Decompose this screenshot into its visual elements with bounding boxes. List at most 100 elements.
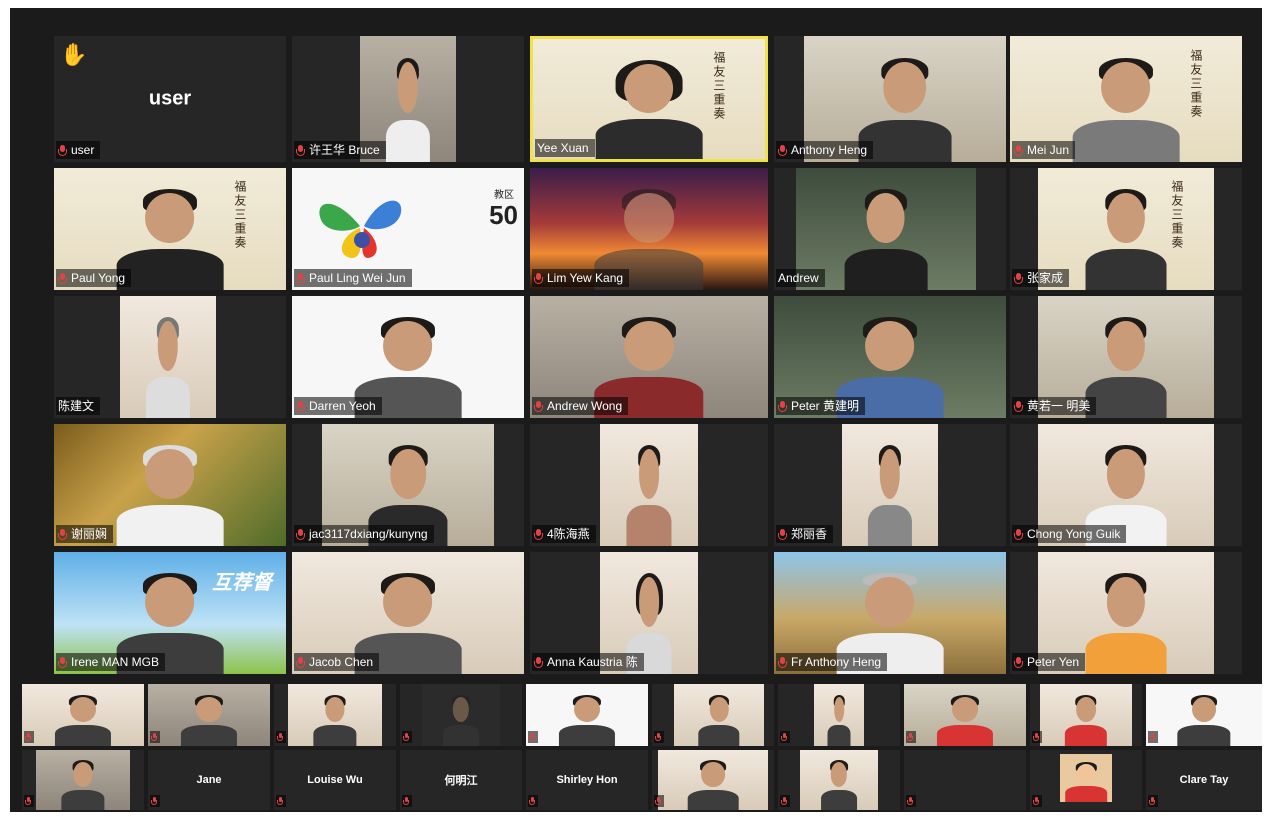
participant-name-label: Peter Yen xyxy=(1012,653,1086,671)
participant-tile[interactable]: 许王华 Bruce xyxy=(292,36,524,162)
participant-name-label: Yee Xuan xyxy=(535,139,595,157)
participant-video xyxy=(674,684,764,746)
person-silhouette xyxy=(595,53,703,159)
participant-name-label: 4陈海燕 xyxy=(532,525,596,543)
poster-text: 福友三重奏 xyxy=(1169,180,1184,251)
participant-tile-small[interactable] xyxy=(904,750,1026,810)
participant-video xyxy=(36,750,130,810)
participant-tile[interactable]: Anthony Heng xyxy=(774,36,1006,162)
participant-video xyxy=(1060,754,1112,802)
participant-name-label: Chong Yong Guik xyxy=(1012,525,1127,543)
person-silhouette xyxy=(116,183,224,290)
person-silhouette xyxy=(1177,691,1231,746)
participant-name-label xyxy=(150,795,160,807)
participant-tile-small[interactable] xyxy=(22,750,144,810)
mic-muted-icon xyxy=(778,144,787,156)
participant-tile-small[interactable] xyxy=(1030,684,1142,746)
participant-tile[interactable]: Darren Yeoh xyxy=(292,296,524,418)
participant-tile-small[interactable]: Shirley Hon xyxy=(526,750,648,810)
participant-name-label: 许王华 Bruce xyxy=(294,141,386,159)
participant-video xyxy=(1040,684,1132,746)
participant-name-label xyxy=(24,795,34,807)
person-silhouette xyxy=(385,51,431,162)
participant-tile-small[interactable]: Clare Tay xyxy=(1146,750,1262,810)
participant-tile[interactable]: 福友三重奏 Mei Jun xyxy=(1010,36,1242,162)
participant-tile-small[interactable] xyxy=(22,684,144,746)
person-silhouette xyxy=(821,757,857,810)
participant-video xyxy=(658,750,768,810)
person-silhouette xyxy=(54,691,112,746)
participant-name-label: Mei Jun xyxy=(1012,141,1076,159)
participant-tile-small[interactable] xyxy=(274,684,396,746)
participant-video xyxy=(422,684,500,746)
participant-tile[interactable]: 黄若一 明美 xyxy=(1010,296,1242,418)
mic-muted-icon xyxy=(529,733,535,741)
mic-muted-icon xyxy=(296,400,305,412)
participant-tile[interactable]: 教区 50 Paul Ling Wei Jun xyxy=(292,168,524,290)
participant-tile[interactable]: Peter 黄建明 xyxy=(774,296,1006,418)
participant-tile[interactable]: Fr Anthony Heng xyxy=(774,552,1006,674)
participant-tile[interactable]: Peter Yen xyxy=(1010,552,1242,674)
participant-tile[interactable]: Andrew Wong xyxy=(530,296,768,418)
participant-tile-small[interactable]: 何明江 xyxy=(400,750,522,810)
mic-muted-icon xyxy=(296,272,305,284)
participant-tile-small[interactable] xyxy=(652,684,774,746)
poster-text: 福友三重奏 xyxy=(232,180,247,251)
participant-tile-small[interactable] xyxy=(1030,750,1142,810)
participant-display-name: Shirley Hon xyxy=(556,774,618,786)
mic-muted-icon xyxy=(151,733,157,741)
participant-tile[interactable]: 4陈海燕 xyxy=(530,424,768,546)
participant-tile[interactable]: 郑丽香 xyxy=(774,424,1006,546)
participant-name-label xyxy=(654,795,664,807)
anniversary-badge: 50 xyxy=(489,200,518,230)
cartoon-avatar-icon xyxy=(1065,760,1107,802)
person-silhouette xyxy=(1085,567,1167,674)
participant-name-label xyxy=(276,795,286,807)
participant-tile[interactable]: Anna Kaustria 陈 xyxy=(530,552,768,674)
mic-muted-icon xyxy=(25,733,31,741)
participant-video xyxy=(904,684,1026,746)
participant-tile-small[interactable] xyxy=(904,684,1026,746)
participant-tile[interactable]: 福友三重奏 张家成 xyxy=(1010,168,1242,290)
participant-tile[interactable]: 福友三重奏 Paul Yong xyxy=(54,168,286,290)
mic-muted-icon xyxy=(296,528,305,540)
participant-display-name: Louise Wu xyxy=(307,774,363,786)
mic-muted-icon xyxy=(781,733,787,741)
participant-tile[interactable]: Lim Yew Kang xyxy=(530,168,768,290)
person-silhouette xyxy=(1085,311,1167,418)
participant-video xyxy=(600,424,698,546)
participant-tile[interactable]: ✋ user user xyxy=(54,36,286,162)
participant-display-name: 何明江 xyxy=(444,775,478,787)
participant-tile[interactable]: Andrew xyxy=(774,168,1006,290)
participant-tile-small[interactable] xyxy=(148,684,270,746)
mic-muted-icon xyxy=(1014,528,1023,540)
participant-name-label: 黄若一 明美 xyxy=(1012,397,1097,415)
participant-tile[interactable]: jac3117dxiang/kunyng xyxy=(292,424,524,546)
participant-tile-small[interactable] xyxy=(778,684,900,746)
mic-muted-icon xyxy=(403,797,409,805)
participant-tile-active-speaker[interactable]: 福友三重奏 Yee Xuan xyxy=(530,36,768,162)
participant-name-label xyxy=(654,731,664,743)
mic-muted-icon xyxy=(151,797,157,805)
person-silhouette xyxy=(827,691,851,746)
participant-display-name: Clare Tay xyxy=(1179,774,1229,786)
participant-video xyxy=(1146,684,1262,746)
participant-tile-small[interactable] xyxy=(526,684,648,746)
participant-tile-small[interactable]: Jane xyxy=(148,750,270,810)
person-silhouette xyxy=(1064,691,1108,746)
participant-tile-small[interactable] xyxy=(778,750,900,810)
participant-tile[interactable]: 互荐督 Irene MAN MGB xyxy=(54,552,286,674)
participant-tile[interactable]: 陈建文 xyxy=(54,296,286,418)
participant-tile[interactable]: Chong Yong Guik xyxy=(1010,424,1242,546)
mic-muted-icon xyxy=(1014,656,1023,668)
person-silhouette xyxy=(867,439,913,546)
participant-tile-small[interactable] xyxy=(1146,684,1262,746)
participant-name-label: Anna Kaustria 陈 xyxy=(532,653,644,671)
participant-tile[interactable]: 谢丽娴 xyxy=(54,424,286,546)
participant-tile-small[interactable] xyxy=(400,684,522,746)
participant-tile[interactable]: Jacob Chen xyxy=(292,552,524,674)
person-silhouette xyxy=(180,691,238,746)
participant-tile-small[interactable]: Louise Wu xyxy=(274,750,396,810)
mic-muted-icon xyxy=(296,144,305,156)
participant-tile-small[interactable] xyxy=(652,750,774,810)
